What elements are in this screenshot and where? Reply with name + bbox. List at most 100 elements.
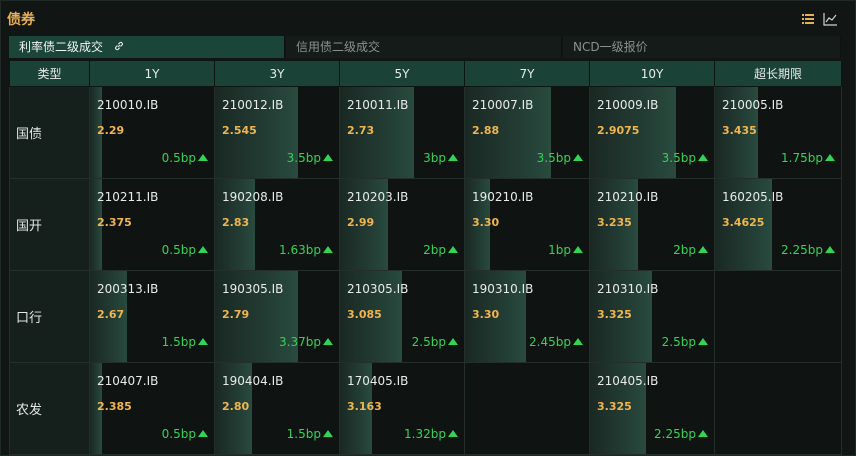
bond-yield: 3.30 [472,216,500,229]
bond-yield: 2.545 [222,124,257,137]
column-header[interactable]: 类型 [9,60,90,87]
bond-tabs: 利率债二级成交 信用债二级成交 NCD一级报价 [9,36,841,58]
tab-label: 利率债二级成交 [19,40,104,54]
bond-code: 210007.IB [472,98,534,112]
bond-quote-cell[interactable]: 210005.IB 3.435 1.75bp [714,86,842,179]
bond-quote-cell [464,362,590,455]
bond-yield: 2.9075 [597,124,640,137]
bond-type-cell: 口行 [9,270,90,363]
bond-quote-cell[interactable]: 210211.IB 2.375 0.5bp [89,178,215,271]
bp-change: 1.75bp [781,151,835,165]
bond-yield: 2.88 [472,124,500,137]
bond-yield: 3.163 [347,400,382,413]
table-body: 国债 210010.IB 2.29 0.5bp 210012.IB 2.545 3.5bp 2… [9,86,842,455]
bp-change: 2.45bp [529,335,583,349]
bp-change: 2.25bp [781,243,835,257]
bp-change: 0.5bp [162,427,208,441]
bp-change: 3.5bp [287,151,333,165]
bond-quote-cell[interactable]: 170405.IB 3.163 1.32bp [339,362,465,455]
bond-quote-cell[interactable]: 210407.IB 2.385 0.5bp [89,362,215,455]
bond-yield: 2.67 [97,308,125,321]
line-chart-icon[interactable] [822,11,838,27]
bond-yield: 3.235 [597,216,632,229]
bond-quote-cell[interactable]: 210010.IB 2.29 0.5bp [89,86,215,179]
column-header[interactable]: 3Y [214,60,340,87]
bp-change: 2.5bp [662,335,708,349]
bond-quote-cell[interactable]: 210305.IB 3.085 2.5bp [339,270,465,363]
bp-change: 2bp [423,243,458,257]
bond-quote-cell[interactable]: 210009.IB 2.9075 3.5bp [589,86,715,179]
bond-yield: 3.30 [472,308,500,321]
bp-change: 3.5bp [662,151,708,165]
panel-header: 债券 [1,1,856,35]
bond-quote-cell[interactable]: 190208.IB 2.83 1.63bp [214,178,340,271]
bond-code: 190404.IB [222,374,284,388]
bond-code: 190208.IB [222,190,284,204]
tab-credit-bond[interactable]: 信用债二级成交 [286,36,562,58]
bp-change: 1.32bp [404,427,458,441]
table-row: 口行 200313.IB 2.67 1.5bp 190305.IB 2.79 3.37bp 2… [9,270,842,363]
bond-type-cell: 国开 [9,178,90,271]
bond-code: 210009.IB [597,98,659,112]
bond-yield: 2.375 [97,216,132,229]
bond-quote-cell[interactable]: 210012.IB 2.545 3.5bp [214,86,340,179]
bond-quote-cell[interactable]: 160205.IB 3.4625 2.25bp [714,178,842,271]
bond-yield: 2.99 [347,216,375,229]
bond-code: 210010.IB [97,98,159,112]
bond-code: 160205.IB [722,190,784,204]
bp-change: 3.5bp [537,151,583,165]
bp-change: 0.5bp [162,243,208,257]
bond-quote-cell[interactable]: 210405.IB 3.325 2.25bp [589,362,715,455]
table-row: 国开 210211.IB 2.375 0.5bp 190208.IB 2.83 1.63bp… [9,178,842,271]
column-header[interactable]: 10Y [589,60,715,87]
bond-code: 190310.IB [472,282,534,296]
bond-type-cell: 农发 [9,362,90,455]
link-icon [113,37,125,51]
column-header[interactable]: 5Y [339,60,465,87]
bond-code: 190305.IB [222,282,284,296]
bond-quote-cell[interactable]: 210203.IB 2.99 2bp [339,178,465,271]
bond-quote-cell[interactable]: 210007.IB 2.88 3.5bp [464,86,590,179]
bond-quote-cell[interactable]: 210210.IB 3.235 2bp [589,178,715,271]
bond-quote-cell[interactable]: 190305.IB 2.79 3.37bp [214,270,340,363]
bond-quote-cell[interactable]: 210310.IB 3.325 2.5bp [589,270,715,363]
bond-code: 210203.IB [347,190,409,204]
bond-quote-cell[interactable]: 190310.IB 3.30 2.45bp [464,270,590,363]
bond-code: 170405.IB [347,374,409,388]
bond-quote-cell[interactable]: 210011.IB 2.73 3bp [339,86,465,179]
bp-change: 1.63bp [279,243,333,257]
bond-code: 190210.IB [472,190,534,204]
bond-code: 210405.IB [597,374,659,388]
bond-code: 210407.IB [97,374,159,388]
bond-code: 210005.IB [722,98,784,112]
bp-change: 1bp [548,243,583,257]
list-icon[interactable] [800,11,816,27]
bond-quote-cell[interactable]: 200313.IB 2.67 1.5bp [89,270,215,363]
bond-quote-cell[interactable]: 190210.IB 3.30 1bp [464,178,590,271]
column-header[interactable]: 1Y [89,60,215,87]
bond-code: 200313.IB [97,282,159,296]
table-header: 类型 1Y 3Y 5Y 7Y 10Y 超长期限 [9,60,842,87]
bond-quote-cell [714,362,842,455]
bond-code: 210210.IB [597,190,659,204]
bond-code: 210305.IB [347,282,409,296]
table-row: 农发 210407.IB 2.385 0.5bp 190404.IB 2.80 1.5bp 1… [9,362,842,455]
bond-yield: 2.29 [97,124,125,137]
bond-yield: 2.83 [222,216,250,229]
bond-code: 210310.IB [597,282,659,296]
column-header[interactable]: 超长期限 [714,60,842,87]
bp-change: 3.37bp [279,335,333,349]
column-header[interactable]: 7Y [464,60,590,87]
table-row: 国债 210010.IB 2.29 0.5bp 210012.IB 2.545 3.5bp 2… [9,86,842,179]
bond-yield: 3.325 [597,400,632,413]
bp-change: 1.5bp [287,427,333,441]
bond-yield: 3.325 [597,308,632,321]
bond-yield: 3.4625 [722,216,765,229]
bond-yield: 3.085 [347,308,382,321]
bond-yield: 2.80 [222,400,250,413]
tab-ncd[interactable]: NCD一级报价 [563,36,841,58]
tab-rate-bond[interactable]: 利率债二级成交 [9,36,285,58]
bp-change: 2.5bp [412,335,458,349]
bond-type-cell: 国债 [9,86,90,179]
bond-quote-cell[interactable]: 190404.IB 2.80 1.5bp [214,362,340,455]
